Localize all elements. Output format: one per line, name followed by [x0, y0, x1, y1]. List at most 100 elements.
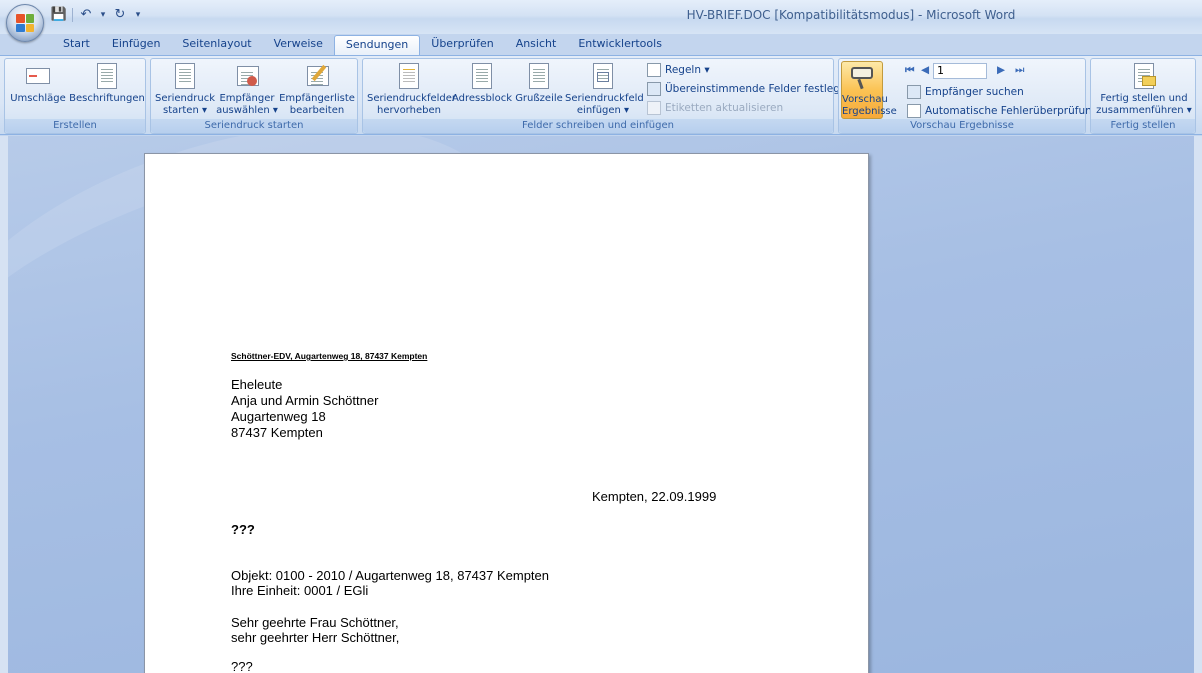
tab-verweise[interactable]: Verweise [263, 35, 334, 55]
seriendruck-label-1: Seriendruck [155, 93, 215, 104]
auto-check-errors-icon [907, 104, 921, 118]
empfaengerliste-bearbeiten-button[interactable]: Empfängerliste bearbeiten [279, 62, 355, 117]
grusszeile-label: Grußzeile [515, 93, 563, 104]
tab-einfuegen[interactable]: Einfügen [101, 35, 172, 55]
labels-icon [93, 62, 121, 90]
fehlerpruefung-button[interactable]: Automatische Fehlerüberprüfung [907, 104, 1098, 118]
address-block-icon [468, 62, 496, 90]
group-label-felder: Felder schreiben und einfügen [363, 119, 833, 133]
first-record-button[interactable]: ⏮ [905, 64, 914, 77]
window-title: HV-BRIEF.DOC [Kompatibilitätsmodus] - Mi… [686, 8, 1016, 22]
hervorheben-label-2: hervorheben [377, 105, 441, 116]
find-recipient-icon [907, 85, 921, 99]
feld-label-2: einfügen ▾ [576, 105, 630, 116]
address-line: Eheleute [231, 377, 283, 392]
subject-placeholder: ??? [231, 522, 255, 537]
finish-merge-icon [1130, 62, 1158, 90]
document-workspace: Schöttner-EDV, Augartenweg 18, 87437 Kem… [0, 136, 1202, 673]
uebereinstimmende-label: Übereinstimmende Felder festlegen [665, 83, 853, 95]
fertig-label-2: zusammenführen ▾ [1096, 105, 1192, 116]
einheit-line: Ihre Einheit: 0001 / EGli [231, 583, 369, 598]
mail-merge-icon [171, 62, 199, 90]
update-labels-icon [647, 101, 661, 115]
tab-sendungen[interactable]: Sendungen [333, 35, 421, 56]
seriendruck-label-2: starten ▾ [163, 105, 207, 116]
grusszeile-button[interactable]: Grußzeile [513, 62, 565, 105]
umschlaege-button[interactable]: Umschläge [7, 62, 69, 105]
empfaenger-suchen-label: Empfänger suchen [925, 86, 1024, 98]
first-record-icon: ⏮ [905, 64, 915, 76]
ribbon-tabs: Start Einfügen Seitenlayout Verweise Sen… [52, 35, 673, 56]
group-label-fertig: Fertig stellen [1091, 119, 1195, 133]
office-button[interactable] [6, 4, 44, 42]
uebereinstimmende-felder-button[interactable]: Übereinstimmende Felder festlegen [647, 82, 853, 96]
group-seriendruck-starten: Seriendruck starten ▾ Empfänger auswähle… [150, 58, 358, 134]
rules-icon [647, 63, 661, 77]
letter-date: Kempten, 22.09.1999 [592, 489, 717, 504]
record-number-input[interactable]: 1 [933, 63, 987, 79]
seriendruckfelder-hervorheben-button[interactable]: Seriendruckfelder hervorheben [367, 62, 457, 117]
insert-merge-field-icon [589, 62, 617, 90]
address-line: 87437 Kempten [231, 425, 323, 440]
salutation-line: Sehr geehrte Frau Schöttner, [231, 615, 399, 630]
ribbon: Umschläge Beschriftungen Erstellen Serie… [0, 55, 1202, 135]
empfaenger-label-2: auswählen ▾ [216, 105, 278, 116]
group-label-seriendruck: Seriendruck starten [151, 119, 357, 133]
empfaenger-auswaehlen-button[interactable]: Empfänger auswählen ▾ [215, 62, 279, 117]
office-logo-icon [16, 14, 34, 32]
object-info: Objekt: 0100 - 2010 / Augartenweg 18, 87… [231, 568, 549, 598]
sender-line: Schöttner-EDV, Augartenweg 18, 87437 Kem… [231, 351, 428, 361]
hervorheben-label-1: Seriendruckfelder [367, 93, 457, 104]
vorschau-ergebnisse-button[interactable]: Vorschau Ergebnisse [841, 61, 897, 119]
select-recipients-icon [233, 62, 261, 90]
group-fertig-stellen: Fertig stellen und zusammenführen ▾ Fert… [1090, 58, 1196, 134]
document-page[interactable]: Schöttner-EDV, Augartenweg 18, 87437 Kem… [144, 153, 869, 673]
left-edge [0, 136, 8, 673]
fertig-label-1: Fertig stellen und [1100, 93, 1188, 104]
adressblock-button[interactable]: Adressblock [451, 62, 513, 105]
group-erstellen: Umschläge Beschriftungen Erstellen [4, 58, 146, 134]
empfaenger-label-1: Empfänger [219, 93, 275, 104]
tab-ansicht[interactable]: Ansicht [505, 35, 568, 55]
highlight-fields-icon [395, 62, 423, 90]
last-record-button[interactable]: ⏭ [1015, 64, 1024, 77]
beschriftungen-button[interactable]: Beschriftungen [69, 62, 145, 105]
seriendruck-starten-button[interactable]: Seriendruck starten ▾ [155, 62, 215, 117]
tab-start[interactable]: Start [52, 35, 101, 55]
salutation: Sehr geehrte Frau Schöttner, sehr geehrt… [231, 615, 399, 645]
title-bar: 💾 ↶ ▾ ↻ ▾ HV-BRIEF.DOC [Kompatibilitätsm… [0, 0, 1202, 42]
tab-seitenlayout[interactable]: Seitenlayout [171, 35, 262, 55]
last-record-icon: ⏭ [1015, 64, 1025, 76]
fertig-stellen-button[interactable]: Fertig stellen und zusammenführen ▾ [1095, 62, 1193, 117]
vorschau-label-1: Vorschau [842, 94, 888, 105]
greeting-line-icon [525, 62, 553, 90]
previous-record-button[interactable]: ◀ [921, 64, 929, 76]
envelope-icon [24, 62, 52, 90]
tab-ueberpruefen[interactable]: Überprüfen [420, 35, 504, 55]
vorschau-label-2: Ergebnisse [842, 106, 897, 117]
seriendruckfeld-einfuegen-button[interactable]: Seriendruckfeld einfügen ▾ [565, 62, 644, 117]
umschlaege-label: Umschläge [10, 93, 66, 104]
objekt-line: Objekt: 0100 - 2010 / Augartenweg 18, 87… [231, 568, 550, 583]
next-record-button[interactable]: ▶ [997, 64, 1005, 76]
preview-results-icon [849, 65, 875, 91]
salutation-line: sehr geehrter Herr Schöttner, [231, 630, 400, 645]
right-edge [1194, 136, 1202, 673]
regeln-label: Regeln ▾ [665, 64, 710, 76]
etiketten-label: Etiketten aktualisieren [665, 102, 784, 114]
previous-record-icon: ◀ [921, 64, 930, 76]
etiketten-aktualisieren-button[interactable]: Etiketten aktualisieren [647, 101, 783, 115]
empfaenger-suchen-button[interactable]: Empfänger suchen [907, 85, 1024, 99]
body-placeholder: ??? [231, 659, 253, 673]
tab-entwicklertools[interactable]: Entwicklertools [567, 35, 673, 55]
match-fields-icon [647, 82, 661, 96]
liste-label-2: bearbeiten [289, 105, 345, 116]
regeln-button[interactable]: Regeln ▾ [647, 63, 710, 77]
group-label-erstellen: Erstellen [5, 119, 145, 133]
edit-recipient-list-icon [303, 62, 331, 90]
group-vorschau: Vorschau Ergebnisse ⏮ ◀ 1 ▶ ⏭ Empfänger … [838, 58, 1098, 134]
address-line: Anja und Armin Schöttner [231, 393, 379, 408]
adressblock-label: Adressblock [451, 93, 512, 104]
fehlerpruefung-label: Automatische Fehlerüberprüfung [925, 105, 1099, 117]
address-line: Augartenweg 18 [231, 409, 326, 424]
